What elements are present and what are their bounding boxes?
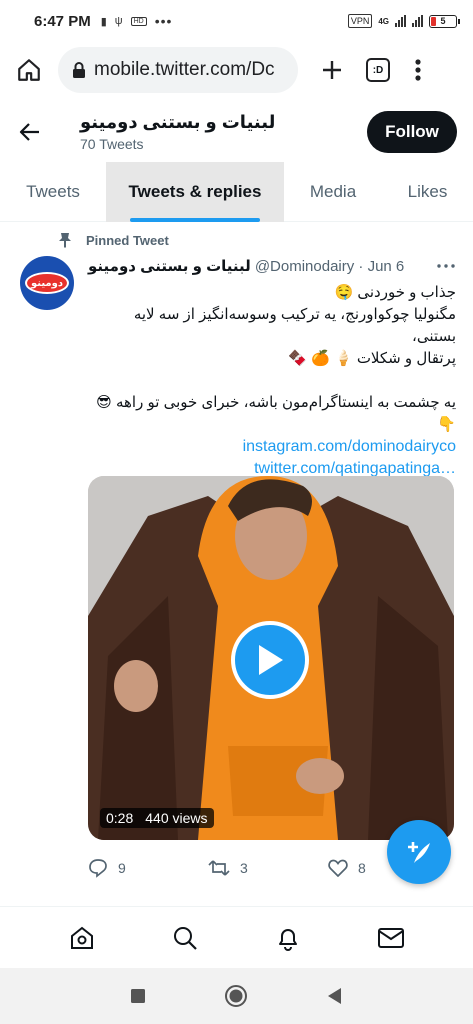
tweet-line: 👇: [437, 416, 456, 433]
back-button[interactable]: [16, 118, 44, 146]
more-vertical-icon: [415, 59, 421, 81]
profile-tabs: Tweets Tweets & replies Media Likes: [0, 162, 473, 222]
retweet-count: 3: [240, 860, 248, 876]
lock-icon: [73, 62, 85, 78]
battery-level: 5: [440, 16, 446, 26]
nav-messages[interactable]: [371, 918, 411, 958]
usb-icon: ψ: [114, 15, 123, 27]
browser-toolbar: mobile.twitter.com/Dc :D: [0, 42, 473, 98]
browser-menu-button[interactable]: [408, 54, 428, 86]
reply-icon: [89, 859, 107, 878]
tab-likes[interactable]: Likes: [382, 162, 473, 222]
avatar-logo: دومینو: [25, 272, 69, 294]
play-button[interactable]: [231, 621, 309, 699]
signal-icon-2: [412, 15, 423, 27]
url-text: mobile.twitter.com/Dc: [94, 59, 275, 80]
play-icon: [259, 645, 283, 675]
bottom-navigation: [0, 906, 473, 968]
network-label: 4G: [378, 16, 389, 26]
pin-icon: [59, 233, 71, 248]
compose-icon: [408, 842, 430, 863]
tweet-handle-date[interactable]: @Dominodairy · Jun 6: [255, 258, 404, 275]
profile-header: لبنیات و بستنی دومینو 70 Tweets Follow: [0, 104, 473, 160]
retweet-icon: [208, 860, 230, 876]
more-horizontal-icon: [437, 264, 455, 268]
search-icon: [173, 926, 197, 950]
tweet-more-button[interactable]: [434, 256, 458, 276]
tab-tweets[interactable]: Tweets: [0, 162, 106, 222]
like-count: 8: [358, 860, 366, 876]
tweet-line: مگنولیا چوکواورنج، یه ترکیب وسوسه‌انگیز …: [133, 306, 456, 345]
bell-icon: [279, 928, 298, 951]
vpn-icon: VPN: [347, 14, 373, 28]
home-icon: [70, 926, 93, 949]
sim-icon: ▮: [100, 15, 107, 28]
profile-name: لبنیات و بستنی دومینو: [80, 112, 276, 132]
arrow-left-icon: [19, 123, 39, 141]
tweet-line: یه چشمت به اینستاگرام‌مون باشه، خبرای خو…: [96, 394, 456, 411]
tweet-line: جذاب و خوردنی 🤤: [334, 284, 456, 301]
reply-button[interactable]: 9: [88, 858, 208, 878]
status-right: VPN 4G 5: [347, 14, 460, 28]
heart-icon: [328, 859, 348, 877]
plus-icon: [323, 61, 341, 79]
back-system-button[interactable]: [326, 987, 344, 1005]
mail-icon: [378, 927, 405, 948]
follow-button[interactable]: Follow: [367, 111, 457, 153]
profile-title-block: لبنیات و بستنی دومینو 70 Tweets: [80, 112, 275, 152]
tweet-video[interactable]: 0:28 440 views: [88, 476, 454, 840]
more-notifications-icon: •••: [154, 13, 173, 29]
browser-home-button[interactable]: [12, 53, 46, 87]
video-duration: 0:28: [106, 810, 134, 826]
status-notification-icons: ▮ ψ HD •••: [101, 13, 173, 29]
tweet-line: [88, 370, 456, 392]
compose-tweet-button[interactable]: [387, 820, 451, 884]
status-bar: 6:47 PM ▮ ψ HD ••• VPN 4G 5: [0, 0, 473, 42]
tab-media[interactable]: Media: [284, 162, 382, 222]
video-info: 0:28 440 views: [100, 808, 214, 828]
tweet-line: پرتقال و شکلات 🍦 🍊 🍫: [288, 350, 456, 367]
tweet-link-instagram[interactable]: instagram.com/dominodairyco: [88, 436, 456, 458]
tweet-count: 70 Tweets: [80, 136, 144, 152]
retweet-button[interactable]: 3: [208, 859, 328, 877]
new-tab-button[interactable]: [316, 54, 348, 86]
tweet-header: لبنیات و بستنی دومینو @Dominodairy · Jun…: [88, 256, 458, 276]
home-outline-icon: [18, 59, 40, 81]
nav-home[interactable]: [62, 918, 102, 958]
recents-button[interactable]: [130, 988, 146, 1004]
tab-switcher-button[interactable]: :D: [366, 58, 390, 82]
address-bar[interactable]: mobile.twitter.com/Dc: [58, 47, 298, 93]
tweet-author-name[interactable]: لبنیات و بستنی دومینو: [88, 257, 251, 275]
video-views: 440 views: [145, 810, 208, 826]
battery-icon: 5: [429, 14, 460, 28]
hd-icon: HD: [130, 16, 147, 26]
system-navigation: [0, 968, 473, 1024]
nav-notifications[interactable]: [268, 918, 308, 958]
avatar[interactable]: دومینو: [20, 256, 74, 310]
pinned-indicator: Pinned Tweet: [58, 232, 169, 248]
pinned-label: Pinned Tweet: [86, 232, 169, 248]
tab-tweets-replies[interactable]: Tweets & replies: [106, 162, 284, 222]
home-system-button[interactable]: [224, 984, 248, 1008]
tweet-text: جذاب و خوردنی 🤤 مگنولیا چوکواورنج، یه تر…: [88, 282, 456, 480]
status-time: 6:47 PM: [34, 12, 91, 30]
signal-icon: [395, 15, 406, 27]
nav-search[interactable]: [165, 918, 205, 958]
reply-count: 9: [118, 860, 126, 876]
